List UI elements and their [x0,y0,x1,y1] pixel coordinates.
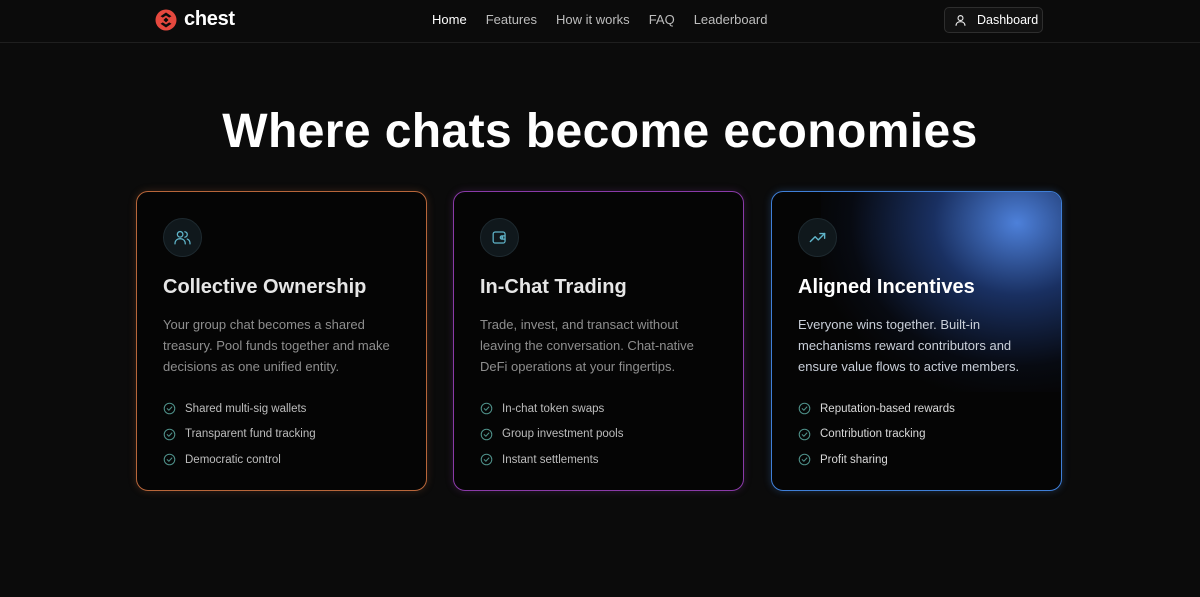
user-icon [955,14,966,26]
feature-label: Democratic control [185,453,281,466]
check-circle-icon [798,402,811,415]
feature-item: In-chat token swaps [480,396,623,422]
top-navbar: chest Home Features How it works FAQ Lea… [0,0,1200,43]
nav-link-home[interactable]: Home [432,12,467,27]
dashboard-button[interactable]: Dashboard [944,7,1043,33]
feature-list: In-chat token swaps Group investment poo… [480,396,623,473]
nav-link-leaderboard[interactable]: Leaderboard [694,12,768,27]
feature-item: Transparent fund tracking [163,422,316,448]
trending-up-icon [809,232,826,243]
feature-label: Instant settlements [502,453,599,466]
hero-title: Where chats become economies [222,105,978,158]
check-circle-icon [163,428,176,441]
card-description: Everyone wins together. Built-in mechani… [798,317,1020,374]
check-circle-icon [480,402,493,415]
feature-label: In-chat token swaps [502,402,605,415]
nav-link-how-it-works[interactable]: How it works [556,12,630,27]
feature-item: Democratic control [163,447,316,473]
feature-label: Reputation-based rewards [820,402,955,415]
feature-label: Group investment pools [502,428,624,441]
brand-logo[interactable]: chest [155,8,235,31]
feature-item: Reputation-based rewards [798,396,955,422]
nav-links: Home Features How it works FAQ Leaderboa… [432,12,767,27]
card-title: Collective Ownership [163,276,367,298]
users-icon [174,230,191,245]
card-icon-badge [798,218,837,257]
nav-link-features[interactable]: Features [486,12,537,27]
feature-card-in-chat-trading: In-Chat Trading Trade, invest, and trans… [453,191,744,491]
nav-link-faq[interactable]: FAQ [649,12,675,27]
card-title: In-Chat Trading [480,276,627,298]
check-circle-icon [798,453,811,466]
card-icon-badge [480,218,519,257]
feature-item: Contribution tracking [798,422,955,448]
check-circle-icon [798,428,811,441]
check-circle-icon [480,453,493,466]
check-circle-icon [480,428,493,441]
check-circle-icon [163,453,176,466]
card-title: Aligned Incentives [798,276,975,298]
check-circle-icon [163,402,176,415]
feature-label: Shared multi-sig wallets [185,402,307,415]
feature-label: Profit sharing [820,453,888,466]
feature-item: Shared multi-sig wallets [163,396,316,422]
brand-name: chest [184,8,235,30]
feature-label: Contribution tracking [820,428,926,441]
card-icon-badge [163,218,202,257]
card-description: Trade, invest, and transact without leav… [480,317,694,374]
feature-item: Group investment pools [480,422,623,448]
feature-card-collective-ownership: Collective Ownership Your group chat bec… [136,191,427,491]
wallet-icon [492,231,506,244]
feature-card-aligned-incentives: Aligned Incentives Everyone wins togethe… [771,191,1062,491]
feature-item: Instant settlements [480,447,623,473]
feature-item: Profit sharing [798,447,955,473]
card-description: Your group chat becomes a shared treasur… [163,317,390,374]
feature-list: Shared multi-sig wallets Transparent fun… [163,396,316,473]
feature-label: Transparent fund tracking [185,428,316,441]
dashboard-label: Dashboard [977,13,1039,27]
chest-logo-icon [155,9,177,30]
feature-list: Reputation-based rewards Contribution tr… [798,396,955,473]
